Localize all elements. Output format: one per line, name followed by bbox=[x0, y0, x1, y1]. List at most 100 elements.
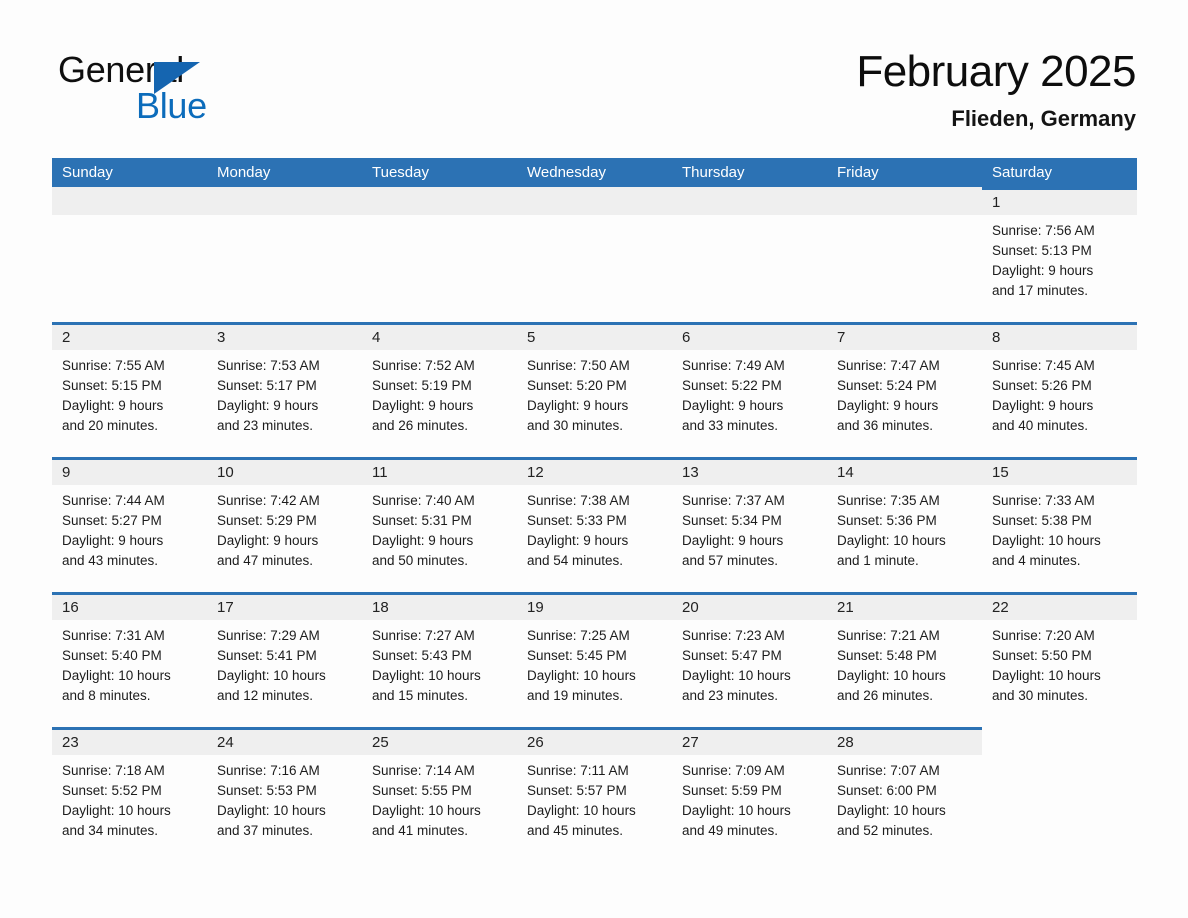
calendar-day-cell[interactable]: 13 Sunrise: 7:37 AM Sunset: 5:34 PM Dayligh… bbox=[672, 457, 827, 592]
day-number: 28 bbox=[837, 734, 854, 751]
sunset-text: Sunset: 5:57 PM bbox=[527, 783, 627, 798]
calendar-day-cell[interactable]: 2 Sunrise: 7:55 AM Sunset: 5:15 PM Daylight… bbox=[52, 322, 207, 457]
day-number: 10 bbox=[217, 464, 234, 481]
calendar-day-cell[interactable]: 6 Sunrise: 7:49 AM Sunset: 5:22 PM Daylight… bbox=[672, 322, 827, 457]
day-details: Sunrise: 7:23 AM Sunset: 5:47 PM Daylight:… bbox=[672, 620, 827, 706]
calendar-day-cell[interactable]: 22 Sunrise: 7:20 AM Sunset: 5:50 PM Dayligh… bbox=[982, 592, 1137, 727]
calendar-day-cell[interactable]: 3 Sunrise: 7:53 AM Sunset: 5:17 PM Daylight… bbox=[207, 322, 362, 457]
day-number-band: 6 bbox=[672, 322, 827, 350]
calendar-day-cell[interactable]: 7 Sunrise: 7:47 AM Sunset: 5:24 PM Daylight… bbox=[827, 322, 982, 457]
day-details: Sunrise: 7:21 AM Sunset: 5:48 PM Daylight:… bbox=[827, 620, 982, 706]
day-number: 25 bbox=[372, 734, 389, 751]
daylight-text-line1: Daylight: 10 hours bbox=[837, 803, 946, 818]
sunrise-text: Sunrise: 7:31 AM bbox=[62, 628, 165, 643]
sunset-text: Sunset: 5:13 PM bbox=[992, 243, 1092, 258]
daylight-text-line2: and 37 minutes. bbox=[217, 823, 314, 838]
day-number-band: 26 bbox=[517, 727, 672, 755]
day-number-band: 25 bbox=[362, 727, 517, 755]
day-number-band: 28 bbox=[827, 727, 982, 755]
generalblue-logo: General Blue bbox=[58, 50, 338, 130]
sunset-text: Sunset: 5:33 PM bbox=[527, 513, 627, 528]
weekday-friday: Friday bbox=[837, 164, 879, 181]
calendar-day-cell[interactable]: 19 Sunrise: 7:25 AM Sunset: 5:45 PM Dayligh… bbox=[517, 592, 672, 727]
day-number: 26 bbox=[527, 734, 544, 751]
sunrise-text: Sunrise: 7:50 AM bbox=[527, 358, 630, 373]
daylight-text-line1: Daylight: 9 hours bbox=[217, 398, 319, 413]
calendar-day-cell[interactable]: 4 Sunrise: 7:52 AM Sunset: 5:19 PM Daylight… bbox=[362, 322, 517, 457]
calendar-day-cell[interactable]: 26 Sunrise: 7:11 AM Sunset: 5:57 PM Dayligh… bbox=[517, 727, 672, 862]
daylight-text-line1: Daylight: 10 hours bbox=[62, 803, 171, 818]
calendar-weeks: 1 Sunrise: 7:56 AM Sunset: 5:13 PM Daylight… bbox=[52, 187, 1137, 862]
calendar-day-cell[interactable]: 5 Sunrise: 7:50 AM Sunset: 5:20 PM Daylight… bbox=[517, 322, 672, 457]
day-number-band: 9 bbox=[52, 457, 207, 485]
calendar-day-cell[interactable]: 21 Sunrise: 7:21 AM Sunset: 5:48 PM Dayligh… bbox=[827, 592, 982, 727]
day-number-band bbox=[827, 187, 982, 215]
day-number: 16 bbox=[62, 599, 79, 616]
calendar-day-cell[interactable]: 10 Sunrise: 7:42 AM Sunset: 5:29 PM Dayligh… bbox=[207, 457, 362, 592]
daylight-text-line2: and 49 minutes. bbox=[682, 823, 779, 838]
location-subtitle: Flieden, Germany bbox=[951, 106, 1136, 131]
calendar-day-cell[interactable]: 20 Sunrise: 7:23 AM Sunset: 5:47 PM Dayligh… bbox=[672, 592, 827, 727]
sunset-text: Sunset: 5:52 PM bbox=[62, 783, 162, 798]
sunset-text: Sunset: 5:59 PM bbox=[682, 783, 782, 798]
calendar-day-cell[interactable]: 17 Sunrise: 7:29 AM Sunset: 5:41 PM Dayligh… bbox=[207, 592, 362, 727]
day-details: Sunrise: 7:16 AM Sunset: 5:53 PM Daylight:… bbox=[207, 755, 362, 841]
weekday-wednesday: Wednesday bbox=[527, 164, 606, 181]
calendar-day-cell[interactable]: 16 Sunrise: 7:31 AM Sunset: 5:40 PM Dayligh… bbox=[52, 592, 207, 727]
day-details: Sunrise: 7:20 AM Sunset: 5:50 PM Daylight:… bbox=[982, 620, 1137, 706]
day-number: 9 bbox=[62, 464, 71, 481]
calendar-day-cell[interactable]: 25 Sunrise: 7:14 AM Sunset: 5:55 PM Dayligh… bbox=[362, 727, 517, 862]
day-number-band: 17 bbox=[207, 592, 362, 620]
day-number-band bbox=[207, 187, 362, 215]
calendar-day-cell[interactable]: 9 Sunrise: 7:44 AM Sunset: 5:27 PM Daylight… bbox=[52, 457, 207, 592]
calendar-day-cell-empty bbox=[362, 187, 517, 322]
day-details: Sunrise: 7:18 AM Sunset: 5:52 PM Daylight:… bbox=[52, 755, 207, 841]
logo-text-blue: Blue bbox=[136, 85, 207, 126]
day-number-band: 11 bbox=[362, 457, 517, 485]
day-number: 19 bbox=[527, 599, 544, 616]
sunset-text: Sunset: 5:26 PM bbox=[992, 378, 1092, 393]
daylight-text-line2: and 30 minutes. bbox=[527, 418, 624, 433]
day-number-band: 27 bbox=[672, 727, 827, 755]
calendar-day-cell-empty bbox=[517, 187, 672, 322]
day-details: Sunrise: 7:09 AM Sunset: 5:59 PM Daylight:… bbox=[672, 755, 827, 841]
calendar-day-cell[interactable]: 23 Sunrise: 7:18 AM Sunset: 5:52 PM Dayligh… bbox=[52, 727, 207, 862]
day-number: 17 bbox=[217, 599, 234, 616]
day-details: Sunrise: 7:37 AM Sunset: 5:34 PM Daylight:… bbox=[672, 485, 827, 571]
sunrise-text: Sunrise: 7:33 AM bbox=[992, 493, 1095, 508]
calendar-day-cell[interactable]: 14 Sunrise: 7:35 AM Sunset: 5:36 PM Dayligh… bbox=[827, 457, 982, 592]
day-number: 3 bbox=[217, 329, 226, 346]
calendar-day-cell[interactable]: 8 Sunrise: 7:45 AM Sunset: 5:26 PM Daylight… bbox=[982, 322, 1137, 457]
daylight-text-line2: and 43 minutes. bbox=[62, 553, 159, 568]
daylight-text-line2: and 41 minutes. bbox=[372, 823, 469, 838]
calendar-day-cell[interactable]: 18 Sunrise: 7:27 AM Sunset: 5:43 PM Dayligh… bbox=[362, 592, 517, 727]
calendar-day-cell[interactable]: 15 Sunrise: 7:33 AM Sunset: 5:38 PM Dayligh… bbox=[982, 457, 1137, 592]
day-number: 24 bbox=[217, 734, 234, 751]
page-header: General Blue February 2025 Flieden, Germ… bbox=[52, 44, 1136, 150]
day-details: Sunrise: 7:29 AM Sunset: 5:41 PM Daylight:… bbox=[207, 620, 362, 706]
sunset-text: Sunset: 5:55 PM bbox=[372, 783, 472, 798]
calendar-day-cell[interactable]: 1 Sunrise: 7:56 AM Sunset: 5:13 PM Daylight… bbox=[982, 187, 1137, 322]
sunrise-text: Sunrise: 7:40 AM bbox=[372, 493, 475, 508]
sunset-text: Sunset: 5:24 PM bbox=[837, 378, 937, 393]
calendar-day-cell[interactable]: 27 Sunrise: 7:09 AM Sunset: 5:59 PM Dayligh… bbox=[672, 727, 827, 862]
day-details: Sunrise: 7:47 AM Sunset: 5:24 PM Daylight:… bbox=[827, 350, 982, 436]
sunset-text: Sunset: 5:45 PM bbox=[527, 648, 627, 663]
calendar-day-cell[interactable]: 11 Sunrise: 7:40 AM Sunset: 5:31 PM Dayligh… bbox=[362, 457, 517, 592]
day-details: Sunrise: 7:44 AM Sunset: 5:27 PM Daylight:… bbox=[52, 485, 207, 571]
calendar-day-cell[interactable]: 12 Sunrise: 7:38 AM Sunset: 5:33 PM Dayligh… bbox=[517, 457, 672, 592]
calendar-page: General Blue February 2025 Flieden, Germ… bbox=[0, 0, 1188, 918]
daylight-text-line1: Daylight: 9 hours bbox=[62, 533, 164, 548]
calendar-day-cell[interactable]: 28 Sunrise: 7:07 AM Sunset: 6:00 PM Dayligh… bbox=[827, 727, 982, 862]
sunrise-text: Sunrise: 7:23 AM bbox=[682, 628, 785, 643]
day-details: Sunrise: 7:55 AM Sunset: 5:15 PM Daylight:… bbox=[52, 350, 207, 436]
sunset-text: Sunset: 5:41 PM bbox=[217, 648, 317, 663]
daylight-text-line2: and 34 minutes. bbox=[62, 823, 159, 838]
sunset-text: Sunset: 5:15 PM bbox=[62, 378, 162, 393]
day-details: Sunrise: 7:14 AM Sunset: 5:55 PM Daylight:… bbox=[362, 755, 517, 841]
calendar-day-cell[interactable]: 24 Sunrise: 7:16 AM Sunset: 5:53 PM Dayligh… bbox=[207, 727, 362, 862]
daylight-text-line2: and 20 minutes. bbox=[62, 418, 159, 433]
day-number: 8 bbox=[992, 329, 1001, 346]
daylight-text-line1: Daylight: 9 hours bbox=[992, 398, 1094, 413]
sunrise-text: Sunrise: 7:35 AM bbox=[837, 493, 940, 508]
